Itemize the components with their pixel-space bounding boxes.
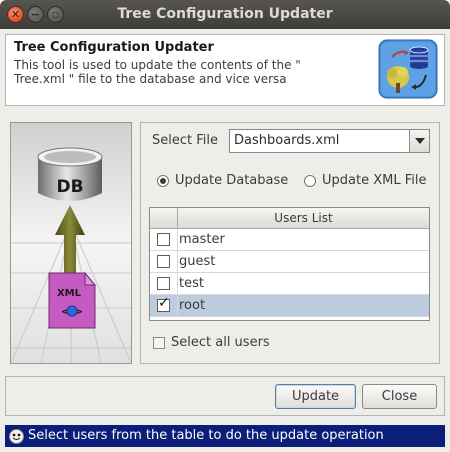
row-user-name: root <box>179 298 206 313</box>
close-button[interactable]: Close <box>362 384 437 409</box>
radio-update-database-label: Update Database <box>175 173 289 188</box>
select-file-label: Select File <box>152 133 218 148</box>
table-row[interactable]: guest <box>150 251 429 273</box>
header-description: This tool is used to update the contents… <box>14 58 301 86</box>
select-file-dropdown[interactable]: Dashboards.xml <box>229 129 430 153</box>
update-button[interactable]: Update <box>275 384 356 409</box>
row-check-cell <box>150 229 178 250</box>
illustration-panel: DB XML < > <box>10 122 132 364</box>
table-header-check-column[interactable] <box>150 208 178 228</box>
table-row[interactable]: test <box>150 273 429 295</box>
row-checkbox-root[interactable]: ✓ <box>157 295 170 312</box>
options-panel: Select File Dashboards.xml Update Databa… <box>140 122 440 364</box>
app-window: ✕ − ▫ Tree Configuration Updater Tree Co… <box>0 0 450 452</box>
radio-update-xml-label: Update XML File <box>322 173 427 188</box>
chevron-down-icon[interactable] <box>409 130 429 152</box>
button-bar: Update Close <box>5 376 445 416</box>
row-user-name: guest <box>179 254 216 269</box>
row-check-cell <box>150 273 178 294</box>
radio-update-database[interactable]: Update Database <box>157 173 288 188</box>
row-user-name: test <box>179 276 204 291</box>
status-text: Select users from the table to do the up… <box>28 428 384 443</box>
users-table-header: Users List <box>150 208 429 229</box>
row-checkbox-master[interactable] <box>157 233 170 246</box>
row-check-cell: ✓ <box>150 295 178 316</box>
header-title: Tree Configuration Updater <box>14 40 214 55</box>
window-title: Tree Configuration Updater <box>117 6 333 22</box>
radio-update-xml-indicator[interactable] <box>304 174 316 187</box>
select-all-users[interactable]: Select all users <box>153 335 270 350</box>
select-file-value: Dashboards.xml <box>234 133 340 148</box>
checkmark-icon: ✓ <box>158 295 170 311</box>
header-panel: Tree Configuration Updater This tool is … <box>5 34 445 106</box>
row-checkbox-test[interactable] <box>157 277 170 290</box>
select-all-checkbox[interactable] <box>153 336 165 349</box>
db-xml-illustration: DB XML < > <box>11 147 131 363</box>
radio-update-database-indicator[interactable] <box>157 174 169 187</box>
xml-label: XML <box>57 288 82 299</box>
table-row[interactable]: master <box>150 229 429 251</box>
database-tree-sync-icon <box>378 39 438 99</box>
row-user-name: master <box>179 232 225 247</box>
users-table: Users List master guest test ✓ root <box>149 207 430 321</box>
row-check-cell <box>150 251 178 272</box>
status-bar: Select users from the table to do the up… <box>5 425 445 447</box>
users-table-header-label[interactable]: Users List <box>178 208 429 228</box>
db-label: DB <box>56 177 83 197</box>
select-all-label: Select all users <box>171 335 270 350</box>
table-row[interactable]: ✓ root <box>150 295 429 317</box>
info-icon <box>9 429 24 444</box>
radio-update-xml[interactable]: Update XML File <box>304 173 426 188</box>
title-bar[interactable]: ✕ − ▫ Tree Configuration Updater <box>0 0 450 29</box>
row-checkbox-guest[interactable] <box>157 255 170 268</box>
